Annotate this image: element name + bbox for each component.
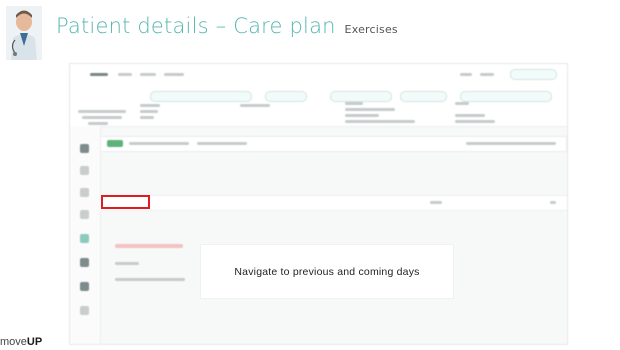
app-tabbar	[100, 136, 567, 152]
moveup-logo: moveUP	[0, 336, 42, 348]
day-navigation-row	[100, 195, 567, 211]
title-subtitle: Exercises	[344, 23, 398, 36]
instruction-callout: Navigate to previous and coming days	[201, 245, 453, 298]
slide: Patient details – Care plan Exercises Na…	[0, 0, 620, 350]
patient-info-panel	[70, 88, 567, 127]
slide-title: Patient details – Care plan Exercises	[56, 14, 398, 38]
callout-text: Navigate to previous and coming days	[234, 265, 420, 278]
app-header	[70, 64, 567, 89]
brand-suffix: UP	[26, 336, 43, 348]
doctor-avatar-icon	[6, 6, 42, 60]
previous-day-highlight[interactable]	[101, 195, 150, 209]
title-main: Patient details – Care plan	[56, 14, 336, 38]
brand-prefix: move	[0, 336, 27, 348]
app-sidebar	[70, 126, 101, 344]
